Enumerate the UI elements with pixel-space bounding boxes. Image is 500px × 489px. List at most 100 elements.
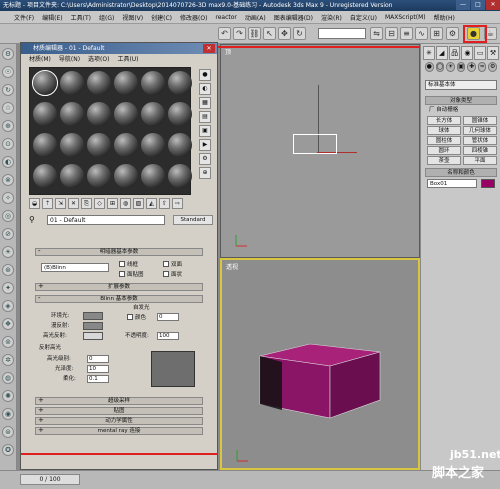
tab-motion[interactable]: ◉ bbox=[461, 46, 474, 60]
menu-tools[interactable]: 工具(T) bbox=[67, 13, 95, 22]
reset-map-icon[interactable]: ✕ bbox=[68, 198, 79, 209]
geosphere-button[interactable]: 几何球体 bbox=[463, 126, 497, 135]
menu-maxscript[interactable]: MAXScript(M) bbox=[381, 14, 430, 21]
rollout-maps[interactable]: + 贴图 bbox=[35, 407, 203, 415]
tab-modify[interactable]: ◢ bbox=[435, 46, 448, 60]
face-map-checkbox[interactable]: 面贴图 bbox=[119, 271, 144, 279]
make-preview-icon[interactable]: ▶ bbox=[199, 139, 211, 151]
menu-file[interactable]: 文件(F) bbox=[10, 13, 38, 22]
sample-slot[interactable] bbox=[114, 102, 138, 126]
put-to-scene-icon[interactable]: ⇡ bbox=[42, 198, 53, 209]
sample-slot[interactable] bbox=[168, 133, 192, 157]
self-illum-spinner[interactable]: 0 bbox=[157, 313, 179, 321]
spec-level-spinner[interactable]: 0 bbox=[87, 355, 109, 363]
helpers-icon[interactable]: ✚ bbox=[467, 62, 476, 72]
shapes-icon[interactable]: ◯ bbox=[435, 62, 445, 72]
wire-checkbox[interactable]: 线框 bbox=[119, 261, 138, 269]
menu-graph-editors[interactable]: 图表编辑器(D) bbox=[270, 13, 317, 22]
mirror-icon[interactable]: ⇋ bbox=[370, 27, 383, 40]
named-selection-dropdown[interactable] bbox=[318, 28, 366, 39]
sample-slot[interactable] bbox=[60, 164, 84, 188]
sample-slot[interactable] bbox=[87, 102, 111, 126]
material-effects-icon[interactable]: ◍ bbox=[120, 198, 131, 209]
make-unique-icon[interactable]: ◇ bbox=[94, 198, 105, 209]
sample-type-icon[interactable]: ● bbox=[199, 69, 211, 81]
tool-icon-6[interactable]: ⊙ bbox=[2, 138, 14, 150]
sample-slot[interactable] bbox=[168, 102, 192, 126]
geometry-icon[interactable]: ● bbox=[425, 62, 434, 72]
me-menu-material[interactable]: 材质(M) bbox=[29, 55, 51, 65]
sample-slot[interactable] bbox=[32, 70, 58, 96]
schematic-icon[interactable]: ⊞ bbox=[430, 27, 443, 40]
tool-icon-2[interactable]: ☉ bbox=[2, 66, 14, 78]
object-type-rollout[interactable]: 对象类型 bbox=[425, 96, 497, 105]
sphere-button[interactable]: 球体 bbox=[427, 126, 461, 135]
menu-help[interactable]: 帮助(H) bbox=[430, 13, 459, 22]
tool-icon-7[interactable]: ◐ bbox=[2, 156, 14, 168]
systems-icon[interactable]: ⚙ bbox=[488, 62, 497, 72]
go-to-parent-icon[interactable]: ⇧ bbox=[159, 198, 170, 209]
me-menu-options[interactable]: 选项(O) bbox=[88, 55, 109, 65]
viewport-label-top[interactable]: 顶 bbox=[225, 47, 231, 56]
autogrid-checkbox[interactable]: 厂 自动栅格 bbox=[429, 107, 458, 114]
sample-slot[interactable] bbox=[141, 133, 165, 157]
get-material-icon[interactable]: ◒ bbox=[29, 198, 40, 209]
time-slider[interactable]: 0 / 100 bbox=[20, 474, 80, 485]
material-name-field[interactable]: 01 - Default bbox=[47, 215, 165, 225]
video-color-icon[interactable]: ▣ bbox=[199, 125, 211, 137]
sample-slot[interactable] bbox=[87, 133, 111, 157]
material-type-button[interactable]: Standard bbox=[173, 215, 213, 225]
tool-icon-4[interactable]: ☆ bbox=[2, 102, 14, 114]
sample-slot[interactable] bbox=[168, 164, 192, 188]
teapot-button[interactable]: 茶壶 bbox=[427, 156, 461, 165]
tab-hierarchy[interactable]: 品 bbox=[448, 46, 461, 60]
me-menu-navigation[interactable]: 导航(N) bbox=[59, 55, 80, 65]
tool-icon-11[interactable]: ⊘ bbox=[2, 228, 14, 240]
rollout-extended[interactable]: + 扩展参数 bbox=[35, 283, 203, 291]
sample-slot[interactable] bbox=[141, 71, 165, 95]
viewport-perspective[interactable]: 透视 bbox=[220, 258, 420, 470]
sample-slot[interactable] bbox=[87, 71, 111, 95]
redo-icon[interactable]: ↷ bbox=[233, 27, 246, 40]
cameras-icon[interactable]: ▣ bbox=[456, 62, 466, 72]
tab-utilities[interactable]: ⚒ bbox=[487, 46, 499, 60]
sample-slot[interactable] bbox=[114, 133, 138, 157]
menu-views[interactable]: 视图(V) bbox=[118, 13, 147, 22]
sample-slot[interactable] bbox=[60, 102, 84, 126]
sample-slot[interactable] bbox=[114, 164, 138, 188]
tool-icon-20[interactable]: ✺ bbox=[2, 390, 14, 402]
specular-color-swatch[interactable] bbox=[83, 332, 103, 340]
tool-icon-8[interactable]: ⊗ bbox=[2, 174, 14, 186]
backlight-icon[interactable]: ◐ bbox=[199, 83, 211, 95]
select-by-material-icon[interactable]: ⊕ bbox=[199, 167, 211, 179]
rollout-supersampling[interactable]: + 超级采样 bbox=[35, 397, 203, 405]
sample-slot[interactable] bbox=[141, 102, 165, 126]
rotate-icon[interactable]: ↻ bbox=[293, 27, 306, 40]
undo-icon[interactable]: ↶ bbox=[218, 27, 231, 40]
tool-icon-5[interactable]: ⊕ bbox=[2, 120, 14, 132]
menu-edit[interactable]: 编辑(E) bbox=[38, 13, 66, 22]
lights-icon[interactable]: ☀ bbox=[446, 62, 455, 72]
category-dropdown[interactable]: 标准基本体 bbox=[425, 80, 497, 90]
assign-material-icon[interactable]: ⇲ bbox=[55, 198, 66, 209]
maximize-button[interactable]: □ bbox=[471, 0, 485, 10]
tool-icon-1[interactable]: ⚙ bbox=[2, 48, 14, 60]
plane-button[interactable]: 平面 bbox=[463, 156, 497, 165]
menu-modifiers[interactable]: 修改器(O) bbox=[176, 13, 211, 22]
sample-slot[interactable] bbox=[33, 164, 57, 188]
viewport-label-perspective[interactable]: 透视 bbox=[226, 262, 238, 271]
cone-button[interactable]: 圆锥体 bbox=[463, 116, 497, 125]
tool-icon-3[interactable]: ↻ bbox=[2, 84, 14, 96]
viewport-top[interactable]: 顶 bbox=[220, 44, 420, 258]
tube-button[interactable]: 管状体 bbox=[463, 136, 497, 145]
glossiness-spinner[interactable]: 10 bbox=[87, 365, 109, 373]
tool-icon-16[interactable]: ❖ bbox=[2, 318, 14, 330]
show-map-icon[interactable]: ▨ bbox=[133, 198, 144, 209]
torus-button[interactable]: 圆环 bbox=[427, 146, 461, 155]
tool-icon-12[interactable]: ☀ bbox=[2, 246, 14, 258]
select-link-icon[interactable]: ⛓ bbox=[248, 27, 261, 40]
render-setup-icon[interactable]: ⚙ bbox=[446, 27, 459, 40]
tool-icon-21[interactable]: ◉ bbox=[2, 408, 14, 420]
cylinder-button[interactable]: 圆柱体 bbox=[427, 136, 461, 145]
rollout-blinn-basic[interactable]: - Blinn 基本参数 bbox=[35, 295, 203, 303]
